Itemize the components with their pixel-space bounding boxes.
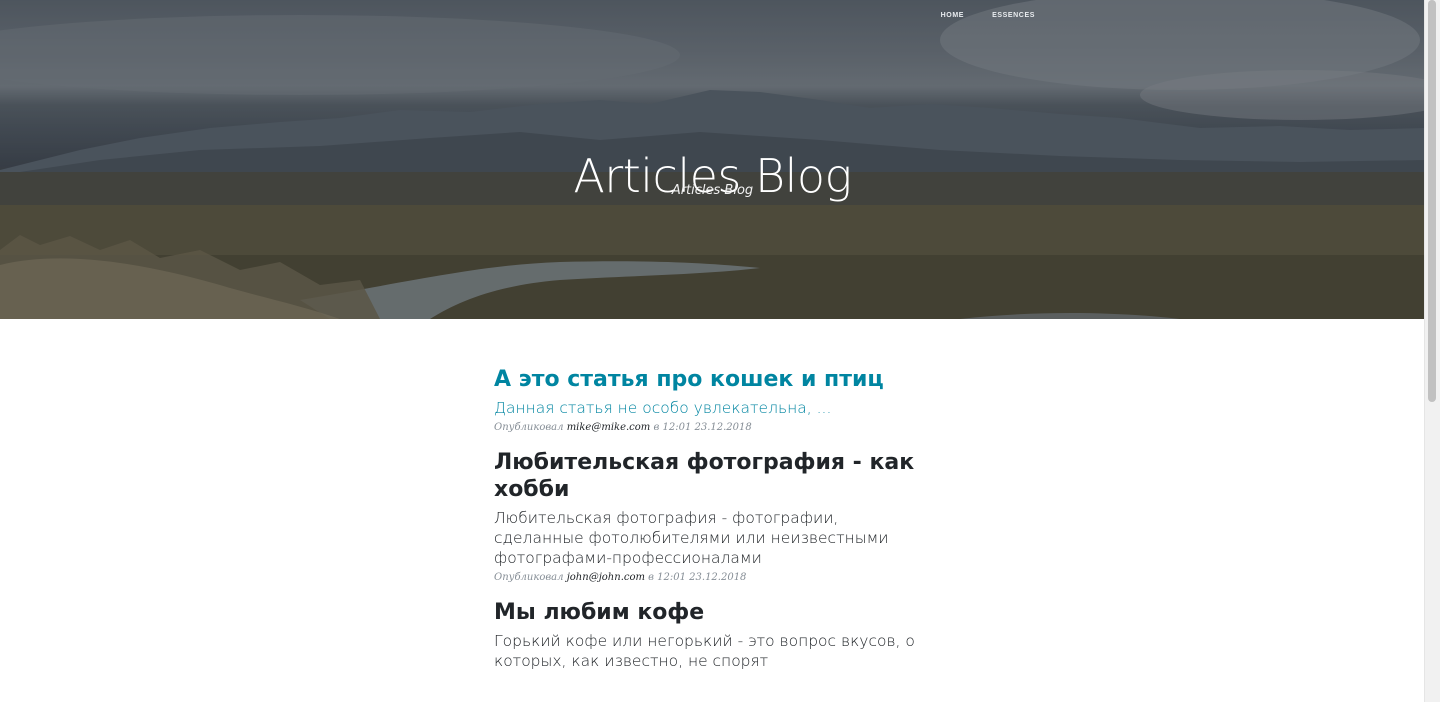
post-preview[interactable]: Любительская фотография - как хобби Люби… [494, 449, 924, 583]
nav-link-home[interactable]: HOME [941, 12, 964, 19]
post-title-link[interactable]: А это статья про кошек и птиц [494, 366, 924, 393]
post-meta-prefix: Опубликовал [494, 572, 564, 583]
post-author-link[interactable]: mike@mike.com [567, 422, 651, 433]
site-subtitle: Articles Blog [671, 183, 754, 198]
post-author-link[interactable]: john@john.com [567, 572, 645, 583]
hero-header: HOME ESSENCES Articles Blog Articles Blo… [0, 0, 1425, 319]
page-scrollbar[interactable] [1424, 0, 1440, 702]
post-meta-prefix: Опубликовал [494, 422, 564, 433]
post-meta-date: в 12:01 23.12.2018 [653, 422, 752, 433]
post-subtitle-link[interactable]: Горький кофе или негорький - это вопрос … [494, 631, 924, 671]
post-meta: Опубликовал mike@mike.com в 12:01 23.12.… [494, 422, 924, 433]
nav-link-essences[interactable]: ESSENCES [992, 12, 1035, 19]
scrollbar-thumb[interactable] [1428, 0, 1436, 402]
post-title-link[interactable]: Любительская фотография - как хобби [494, 449, 924, 503]
top-nav: HOME ESSENCES [941, 12, 1035, 19]
post-list: А это статья про кошек и птиц Данная ста… [494, 366, 924, 687]
post-meta-date: в 12:01 23.12.2018 [648, 572, 747, 583]
post-preview[interactable]: А это статья про кошек и птиц Данная ста… [494, 366, 924, 433]
post-subtitle-link[interactable]: Данная статья не особо увлекательна, ... [494, 398, 924, 418]
post-title-link[interactable]: Мы любим кофе [494, 599, 924, 626]
post-preview[interactable]: Мы любим кофе Горький кофе или негорький… [494, 599, 924, 671]
post-subtitle-link[interactable]: Любительская фотография - фотографии, сд… [494, 508, 924, 568]
post-meta: Опубликовал john@john.com в 12:01 23.12.… [494, 572, 924, 583]
